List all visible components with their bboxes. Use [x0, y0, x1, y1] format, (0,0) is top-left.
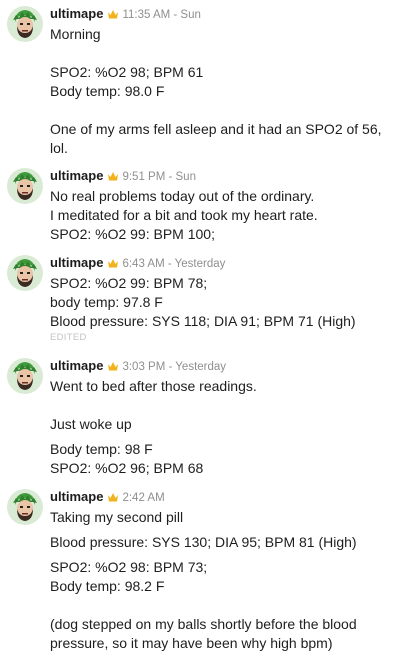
crown-icon: [107, 359, 119, 377]
message-line: SPO2: %O2 98: BPM 73;: [50, 559, 208, 575]
author-name[interactable]: ultimape: [50, 6, 103, 21]
author-name[interactable]: ultimape: [50, 489, 103, 504]
message-line: Went to bed after those readings.: [50, 378, 257, 394]
message-body: Taking my second pill Blood pressure: SY…: [50, 508, 400, 653]
message-line: No real problems today out of the ordina…: [50, 188, 315, 204]
message-line: SPO2: %O2 99: BPM 78;: [50, 275, 208, 291]
message-line: SPO2: %O2 98; BPM 61: [50, 64, 204, 80]
author-name[interactable]: ultimape: [50, 358, 103, 373]
message-line: One of my arms fell asleep and it had an…: [50, 121, 382, 156]
crown-icon: [107, 256, 119, 274]
message-body: SPO2: %O2 99: BPM 78; body temp: 97.8 F …: [50, 274, 400, 344]
edited-label: EDITED: [50, 332, 87, 343]
avatar[interactable]: [7, 358, 43, 394]
avatar-icon: [13, 259, 37, 287]
avatar[interactable]: [7, 6, 43, 42]
message-line: body temp: 97.8 F: [50, 294, 163, 310]
message-line: I meditated for a bit and took my heart …: [50, 207, 318, 223]
crown-icon: [107, 490, 119, 508]
timestamp: 2:42 AM: [122, 492, 165, 504]
avatar[interactable]: [7, 489, 43, 525]
timestamp: 9:51 PM - Sun: [122, 171, 196, 183]
message-body: Went to bed after those readings. Just w…: [50, 377, 400, 478]
timestamp: 3:03 PM - Yesterday: [122, 361, 227, 373]
message-line: Body temp: 98.0 F: [50, 83, 165, 99]
message-line: Just woke up: [50, 416, 132, 432]
message-line: Blood pressure: SYS 118; DIA 91; BPM 71 …: [50, 313, 356, 329]
message-feed: ultimape 11:35 AM - Sun Morning SPO2: %O2…: [0, 0, 407, 662]
avatar[interactable]: [7, 168, 43, 204]
message-line: (dog stepped on my balls shortly before …: [50, 616, 357, 651]
message-line: Morning: [50, 26, 101, 42]
message-line: Body temp: 98.2 F: [50, 578, 165, 594]
message-header: ultimape 6:43 AM - Yesterday: [50, 254, 225, 272]
avatar-icon: [13, 362, 37, 390]
message-line: SPO2: %O2 99: BPM 100;: [50, 226, 215, 242]
message-header: ultimape 9:51 PM - Sun: [50, 167, 196, 185]
message-body: Morning SPO2: %O2 98; BPM 61 Body temp: …: [50, 25, 400, 158]
message-header: ultimape 2:42 AM: [50, 488, 165, 506]
avatar-icon: [13, 172, 37, 200]
message-line: Body temp: 98 F: [50, 441, 153, 457]
author-name[interactable]: ultimape: [50, 168, 103, 183]
author-name[interactable]: ultimape: [50, 255, 103, 270]
crown-icon: [107, 169, 119, 187]
message-header: ultimape 3:03 PM - Yesterday: [50, 357, 226, 375]
message-line: Blood pressure: SYS 130; DIA 95; BPM 81 …: [50, 534, 357, 550]
message-body: No real problems today out of the ordina…: [50, 187, 400, 244]
avatar-icon: [13, 10, 37, 38]
message-line: SPO2: %O2 96; BPM 68: [50, 460, 204, 476]
timestamp: 6:43 AM - Yesterday: [122, 258, 226, 270]
timestamp: 11:35 AM - Sun: [122, 9, 201, 21]
avatar[interactable]: [7, 255, 43, 291]
avatar-icon: [13, 493, 37, 521]
message-line: Taking my second pill: [50, 509, 184, 525]
message-header: ultimape 11:35 AM - Sun: [50, 5, 201, 23]
crown-icon: [107, 7, 119, 25]
